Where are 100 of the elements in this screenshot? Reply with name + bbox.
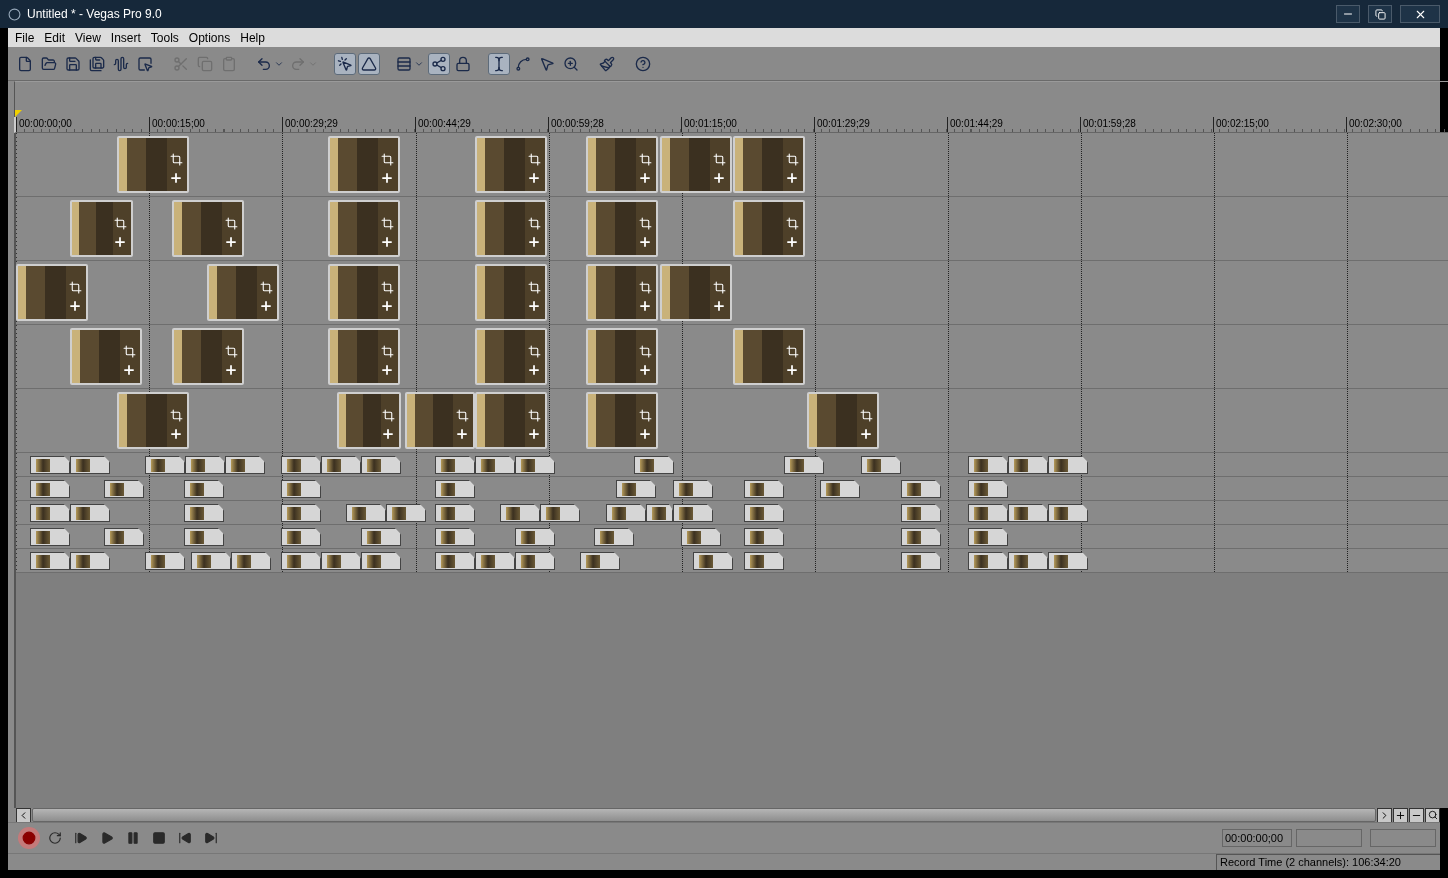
plus-icon[interactable]	[712, 299, 726, 313]
plus-icon[interactable]	[527, 235, 541, 249]
restore-button[interactable]	[1368, 5, 1392, 23]
audio-clip[interactable]	[515, 528, 555, 546]
audio-clip[interactable]	[231, 552, 271, 570]
crop-icon[interactable]	[69, 281, 82, 294]
audio-clip[interactable]	[281, 456, 321, 474]
audio-clip[interactable]	[616, 480, 656, 498]
audio-clip[interactable]	[30, 480, 70, 498]
crop-icon[interactable]	[639, 281, 652, 294]
video-clip[interactable]	[475, 392, 547, 449]
audio-clip[interactable]	[346, 504, 386, 522]
audio-clip[interactable]	[386, 504, 426, 522]
plus-icon[interactable]	[380, 171, 394, 185]
audio-clip[interactable]	[673, 504, 713, 522]
toolbar-button[interactable]	[334, 52, 356, 75]
crop-icon[interactable]	[639, 409, 652, 422]
plus-icon[interactable]	[527, 299, 541, 313]
plus-icon[interactable]	[380, 235, 394, 249]
toolbar-button[interactable]	[358, 52, 380, 75]
menu-item[interactable]: Help	[235, 30, 270, 45]
plus-icon[interactable]	[527, 427, 541, 441]
audio-clip[interactable]	[606, 504, 646, 522]
video-clip[interactable]	[328, 264, 400, 321]
crop-icon[interactable]	[639, 217, 652, 230]
audio-clip[interactable]	[30, 456, 70, 474]
audio-clip[interactable]	[1008, 456, 1048, 474]
crop-icon[interactable]	[528, 409, 541, 422]
audio-clip[interactable]	[30, 528, 70, 546]
audio-clip[interactable]	[70, 456, 110, 474]
audio-clip[interactable]	[594, 528, 634, 546]
audio-clip[interactable]	[104, 480, 144, 498]
video-clip[interactable]	[207, 264, 279, 321]
audio-clip[interactable]	[646, 504, 673, 522]
plus-icon[interactable]	[527, 171, 541, 185]
video-clip[interactable]	[660, 264, 732, 321]
audio-clip[interactable]	[435, 480, 475, 498]
video-clip[interactable]	[16, 264, 88, 321]
crop-icon[interactable]	[225, 345, 238, 358]
plus-icon[interactable]	[224, 235, 238, 249]
audio-clip[interactable]	[30, 504, 70, 522]
crop-icon[interactable]	[713, 153, 726, 166]
audio-clip[interactable]	[784, 456, 824, 474]
audio-clip[interactable]	[70, 504, 110, 522]
audio-clip[interactable]	[475, 552, 515, 570]
audio-clip[interactable]	[321, 552, 361, 570]
audio-clip[interactable]	[145, 456, 185, 474]
video-clip[interactable]	[733, 200, 805, 257]
menu-item[interactable]: File	[10, 30, 40, 45]
video-clip[interactable]	[475, 264, 547, 321]
audio-clip[interactable]	[1008, 552, 1048, 570]
audio-clip[interactable]	[744, 504, 784, 522]
video-clip[interactable]	[475, 136, 547, 193]
audio-clip[interactable]	[515, 552, 555, 570]
audio-clip[interactable]	[673, 480, 713, 498]
video-clip[interactable]	[475, 200, 547, 257]
plus-icon[interactable]	[169, 427, 183, 441]
audio-clip[interactable]	[104, 528, 144, 546]
audio-clip[interactable]	[500, 504, 540, 522]
audio-clip[interactable]	[281, 552, 321, 570]
video-clip[interactable]	[586, 392, 658, 449]
audio-clip[interactable]	[435, 504, 475, 522]
audio-clip[interactable]	[281, 480, 321, 498]
crop-icon[interactable]	[381, 281, 394, 294]
audio-clip[interactable]	[145, 552, 185, 570]
crop-icon[interactable]	[381, 153, 394, 166]
audio-clip[interactable]	[968, 504, 1008, 522]
menu-item[interactable]: Tools	[145, 30, 184, 45]
audio-clip[interactable]	[540, 504, 580, 522]
audio-clip[interactable]	[361, 528, 401, 546]
plus-icon[interactable]	[638, 427, 652, 441]
video-clip[interactable]	[475, 328, 547, 385]
audio-clip[interactable]	[968, 528, 1008, 546]
audio-clip[interactable]	[435, 456, 475, 474]
video-clip[interactable]	[586, 136, 658, 193]
crop-icon[interactable]	[639, 345, 652, 358]
video-clip[interactable]	[172, 328, 244, 385]
audio-clip[interactable]	[475, 456, 515, 474]
plus-icon[interactable]	[638, 299, 652, 313]
audio-clip[interactable]	[361, 552, 401, 570]
plus-icon[interactable]	[527, 363, 541, 377]
plus-icon[interactable]	[259, 299, 273, 313]
crop-icon[interactable]	[786, 217, 799, 230]
video-clip[interactable]	[586, 264, 658, 321]
crop-icon[interactable]	[225, 217, 238, 230]
audio-clip[interactable]	[861, 456, 901, 474]
audio-clip[interactable]	[281, 504, 321, 522]
crop-icon[interactable]	[381, 345, 394, 358]
plus-icon[interactable]	[859, 427, 873, 441]
audio-clip[interactable]	[693, 552, 733, 570]
crop-icon[interactable]	[381, 217, 394, 230]
audio-clip[interactable]	[1008, 504, 1048, 522]
menu-item[interactable]: Insert	[105, 30, 146, 45]
audio-clip[interactable]	[634, 456, 674, 474]
video-clip[interactable]	[172, 200, 244, 257]
video-clip[interactable]	[660, 136, 732, 193]
audio-clip[interactable]	[681, 528, 721, 546]
audio-clip[interactable]	[191, 552, 231, 570]
plus-icon[interactable]	[712, 171, 726, 185]
audio-clip[interactable]	[820, 480, 860, 498]
